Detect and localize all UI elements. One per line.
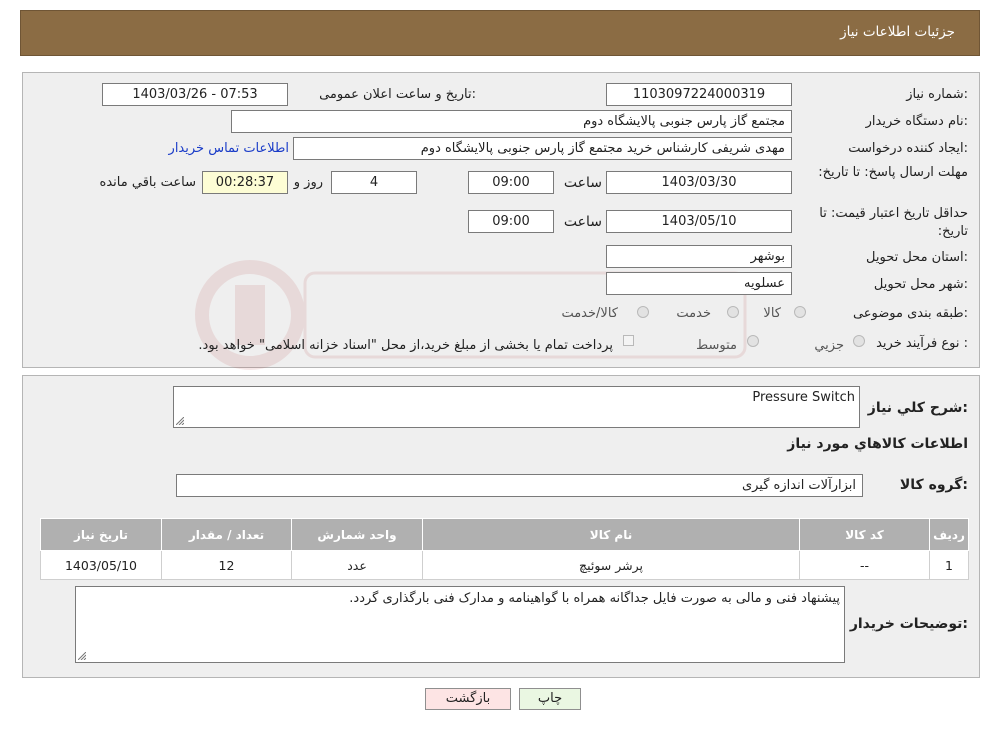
cell-need-date: 1403/05/10 (40, 550, 162, 580)
buyer-notes-label: توضیحات خریدار: (849, 616, 968, 632)
group-field: ابزارآلات اندازه گیری (176, 474, 863, 497)
cell-name: پرشر سوئیچ (422, 550, 800, 580)
buyer-label: نام دستگاه خریدار: (865, 114, 968, 129)
deadline-label: مهلت ارسال پاسخ: تا تاریخ: (818, 165, 968, 180)
cell-code: -- (799, 550, 930, 580)
category-radio-service[interactable] (727, 306, 739, 318)
payment-note: پرداخت تمام یا بخشی از مبلغ خرید،از محل … (198, 338, 613, 353)
validity-time-field: 09:00 (468, 210, 554, 233)
category-label: طبقه بندی موضوعی: (852, 306, 968, 321)
summary-textarea: Pressure Switch (173, 386, 860, 428)
process-option-medium: متوسط (696, 338, 737, 353)
group-label: گروه کالا: (899, 477, 968, 493)
buyer-notes-text: پیشنهاد فنی و مالی به صورت فایل جداگانه … (349, 591, 840, 606)
resize-grip-icon[interactable] (176, 417, 184, 425)
col-code: کد کالا (799, 518, 930, 551)
process-option-minor: جزیي (814, 338, 844, 353)
page-header: جزئیات اطلاعات نیاز (20, 10, 980, 56)
table-row: 1 -- پرشر سوئیچ عدد 12 1403/05/10 (40, 550, 969, 580)
category-radio-goods[interactable] (794, 306, 806, 318)
city-label: شهر محل تحویل: (873, 277, 968, 292)
category-option-goods: کالا (763, 306, 781, 321)
days-remaining-field: 4 (331, 171, 417, 194)
summary-text: Pressure Switch (752, 390, 855, 405)
category-radio-goods-service[interactable] (637, 306, 649, 318)
summary-label: شرح کلي نياز: (867, 400, 968, 416)
days-label: روز و (293, 175, 323, 190)
col-quantity: تعداد / مقدار (161, 518, 292, 551)
col-name: نام کالا (422, 518, 800, 551)
city-field: عسلویه (606, 272, 792, 295)
items-heading: اطلاعات کالاهاي مورد نياز (787, 436, 968, 452)
cell-unit: عدد (291, 550, 423, 580)
need-number-label: شماره نیاز: (906, 87, 968, 102)
category-option-goods-service: کالا/خدمت (561, 306, 618, 321)
time-remaining-field: 00:28:37 (202, 171, 288, 194)
back-button[interactable]: بازگشت (425, 688, 511, 710)
items-table-header: ردیف کد کالا نام کالا واحد شمارش تعداد /… (40, 518, 969, 551)
page-title: جزئیات اطلاعات نیاز (840, 24, 955, 40)
col-row: ردیف (929, 518, 969, 551)
process-radio-minor[interactable] (853, 335, 865, 347)
print-button[interactable]: چاپ (519, 688, 581, 710)
buyer-notes-textarea: پیشنهاد فنی و مالی به صورت فایل جداگانه … (75, 586, 845, 663)
col-unit: واحد شمارش (291, 518, 423, 551)
province-label: استان محل تحویل: (866, 250, 968, 265)
need-number-field: 1103097224000319 (606, 83, 792, 106)
announce-field: 1403/03/26 - 07:53 (102, 83, 288, 106)
deadline-date-field: 1403/03/30 (606, 171, 792, 194)
category-option-service: خدمت (676, 306, 711, 321)
validity-time-label: ساعت (563, 214, 602, 230)
requester-label: ایجاد کننده درخواست: (848, 141, 968, 156)
treasury-checkbox[interactable] (623, 335, 634, 346)
validity-label: حداقل تاریخ اعتبار قیمت: تا تاریخ: (819, 206, 968, 239)
process-label: نوع فرآیند خرید : (876, 336, 968, 351)
buyer-contact-link[interactable]: اطلاعات تماس خریدار (169, 141, 289, 156)
validity-date-field: 1403/05/10 (606, 210, 792, 233)
cell-quantity: 12 (161, 550, 292, 580)
requester-field: مهدی شریفی کارشناس خرید مجتمع گاز پارس ج… (293, 137, 792, 160)
deadline-time-field: 09:00 (468, 171, 554, 194)
announce-label: تاریخ و ساعت اعلان عمومی: (319, 87, 476, 102)
deadline-time-label: ساعت (563, 175, 602, 191)
col-need-date: تاریخ نیاز (40, 518, 162, 551)
resize-grip-icon[interactable] (78, 652, 86, 660)
buyer-field: مجتمع گاز پارس جنوبی پالایشگاه دوم (231, 110, 792, 133)
time-remaining-label: ساعت باقي مانده (99, 175, 196, 190)
items-table: ردیف کد کالا نام کالا واحد شمارش تعداد /… (40, 518, 969, 580)
province-field: بوشهر (606, 245, 792, 268)
process-radio-medium[interactable] (747, 335, 759, 347)
cell-row: 1 (929, 550, 969, 580)
